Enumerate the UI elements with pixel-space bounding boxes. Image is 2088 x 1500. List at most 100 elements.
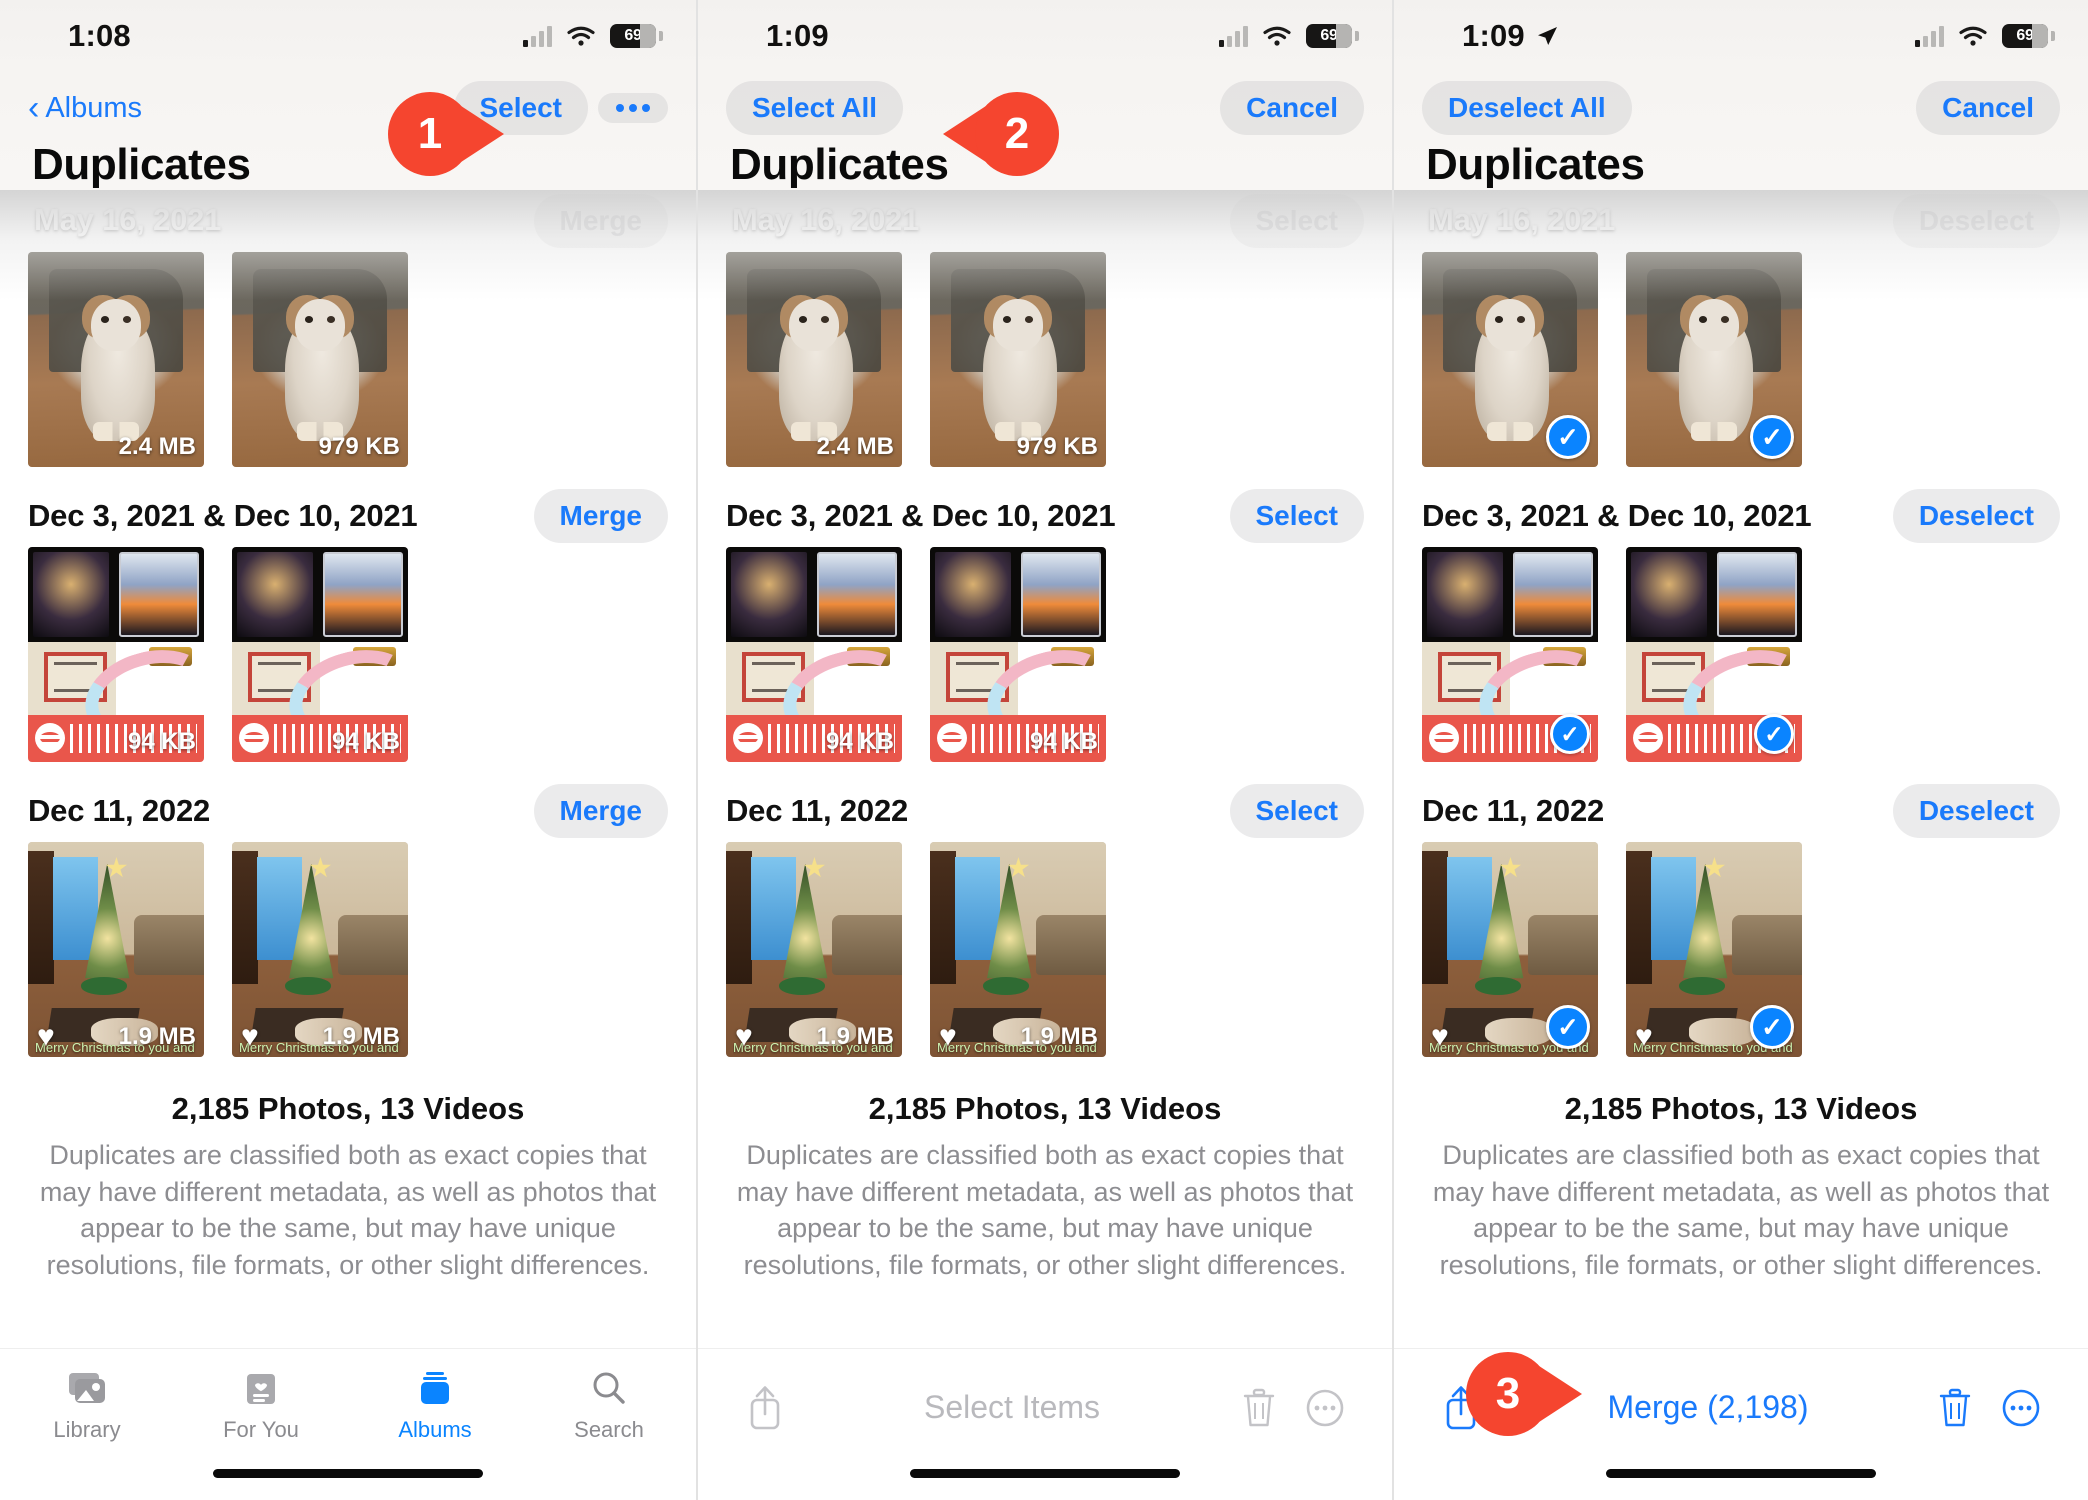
group-deselect-button[interactable]: Deselect bbox=[1892, 784, 2060, 838]
group-deselect-button[interactable]: Deselect bbox=[1892, 489, 2060, 543]
wifi-icon bbox=[1263, 26, 1291, 46]
photo-thumbnail[interactable]: 94 KB bbox=[28, 547, 204, 762]
favorite-heart-icon: ♥ bbox=[735, 1020, 753, 1053]
merge-button[interactable]: Merge (2,198) bbox=[1494, 1389, 1922, 1426]
photo-thumbnail[interactable]: 979 KB bbox=[232, 252, 408, 467]
photo-size: 94 KB bbox=[825, 728, 894, 755]
photo-thumbnail[interactable]: Merry Christmas to you and yours ♥ 1.9 M… bbox=[726, 842, 902, 1057]
photo-size: 1.9 MB bbox=[1020, 1023, 1098, 1050]
group-select-button[interactable]: Select bbox=[1229, 194, 1364, 248]
photo-thumbnail[interactable]: Merry Christmas to you and yours ♥ 1.9 M… bbox=[232, 842, 408, 1057]
tab-search[interactable]: Search bbox=[522, 1369, 696, 1443]
photo-thumbnail[interactable]: ✓ bbox=[1422, 547, 1598, 762]
three-panel-screenshot: 1:08 69 ‹ Albums Select Duplicates May 1… bbox=[0, 0, 2088, 1500]
battery-icon: 69 bbox=[610, 24, 663, 48]
group-date: May 16, 2021 bbox=[732, 202, 920, 237]
photo-size: 1.9 MB bbox=[322, 1023, 400, 1050]
home-indicator bbox=[910, 1469, 1180, 1478]
photo-size: 94 KB bbox=[1029, 728, 1098, 755]
group-merge-button[interactable]: Merge bbox=[533, 489, 668, 543]
summary-description: Duplicates are classified both as exact … bbox=[1432, 1140, 2050, 1281]
panel-2-select-all: 1:09 69 Select All Cancel Duplicates May… bbox=[696, 0, 1392, 1500]
photo-thumbnail[interactable]: ✓ bbox=[1626, 252, 1802, 467]
group-deselect-button[interactable]: Deselect bbox=[1892, 194, 2060, 248]
nav-bar: Deselect All Cancel Duplicates bbox=[1394, 72, 2088, 190]
photo-thumbnail[interactable]: ✓ bbox=[1626, 547, 1802, 762]
search-icon bbox=[586, 1369, 632, 1409]
status-time: 1:09 bbox=[1462, 18, 1559, 54]
tab-for-you[interactable]: For You bbox=[174, 1369, 348, 1443]
cellular-signal-icon bbox=[523, 25, 552, 47]
photo-thumbnail[interactable]: Merry Christmas to you and yours ♥ ✓ bbox=[1626, 842, 1802, 1057]
deselect-all-button[interactable]: Deselect All bbox=[1422, 81, 1632, 135]
favorite-heart-icon: ♥ bbox=[241, 1020, 259, 1053]
photo-thumbnail[interactable]: 2.4 MB bbox=[28, 252, 204, 467]
selected-check-icon[interactable]: ✓ bbox=[1750, 1005, 1794, 1049]
select-all-button[interactable]: Select All bbox=[726, 81, 904, 135]
page-title: Duplicates bbox=[32, 140, 251, 189]
selected-check-icon[interactable]: ✓ bbox=[1754, 714, 1794, 754]
summary-description: Duplicates are classified both as exact … bbox=[39, 1140, 657, 1281]
tab-albums[interactable]: Albums bbox=[348, 1369, 522, 1443]
selected-check-icon[interactable]: ✓ bbox=[1546, 415, 1590, 459]
photo-thumbnail[interactable]: 94 KB bbox=[232, 547, 408, 762]
status-bar: 1:09 69 bbox=[1394, 0, 2088, 72]
back-to-albums-button[interactable]: ‹ Albums bbox=[28, 91, 142, 125]
group-select-button[interactable]: Select bbox=[1229, 489, 1364, 543]
nav-bar: ‹ Albums Select Duplicates bbox=[0, 72, 696, 190]
chevron-left-icon: ‹ bbox=[28, 89, 40, 127]
photo-thumbnail[interactable]: 2.4 MB bbox=[726, 252, 902, 467]
group-select-button[interactable]: Select bbox=[1229, 784, 1364, 838]
summary-count: 2,185 Photos, 13 Videos bbox=[868, 1091, 1222, 1126]
albums-icon bbox=[412, 1369, 458, 1409]
photo-thumbnail[interactable]: 94 KB bbox=[726, 547, 902, 762]
ellipsis-icon[interactable] bbox=[598, 93, 668, 123]
group-merge-button[interactable]: Merge bbox=[533, 784, 668, 838]
group-date: Dec 11, 2022 bbox=[28, 793, 211, 828]
panel-1-browse: 1:08 69 ‹ Albums Select Duplicates May 1… bbox=[0, 0, 696, 1500]
group-merge-button[interactable]: Merge bbox=[533, 194, 668, 248]
more-circle-icon[interactable] bbox=[1292, 1375, 1358, 1441]
duplicates-list[interactable]: May 16, 2021 Merge 2.4 MB 979 KB Dec 3, … bbox=[0, 190, 696, 1500]
duplicates-list[interactable]: May 16, 2021 Select 2.4 MB 979 KB Dec 3,… bbox=[698, 190, 1392, 1500]
selected-check-icon[interactable]: ✓ bbox=[1550, 714, 1590, 754]
duplicate-group: May 16, 2021 Deselect ✓ ✓ bbox=[1394, 190, 2088, 485]
status-bar: 1:09 69 bbox=[698, 0, 1392, 72]
group-date: Dec 3, 2021 & Dec 10, 2021 bbox=[28, 498, 418, 533]
nav-bar: Select All Cancel Duplicates bbox=[698, 72, 1392, 190]
status-indicators: 69 bbox=[1915, 24, 2055, 48]
more-circle-icon[interactable] bbox=[1988, 1375, 2054, 1441]
photo-size: 979 KB bbox=[318, 433, 400, 460]
tab-library[interactable]: Library bbox=[0, 1369, 174, 1443]
trash-icon[interactable] bbox=[1922, 1375, 1988, 1441]
photo-size: 979 KB bbox=[1016, 433, 1098, 460]
photo-thumbnail[interactable]: 94 KB bbox=[930, 547, 1106, 762]
selected-check-icon[interactable]: ✓ bbox=[1750, 415, 1794, 459]
battery-icon: 69 bbox=[2002, 24, 2055, 48]
photo-thumbnail[interactable]: ✓ bbox=[1422, 252, 1598, 467]
trash-icon[interactable] bbox=[1226, 1375, 1292, 1441]
photo-size: 1.9 MB bbox=[118, 1023, 196, 1050]
selected-check-icon[interactable]: ✓ bbox=[1546, 1005, 1590, 1049]
photo-thumbnail[interactable]: Merry Christmas to you and yours ♥ ✓ bbox=[1422, 842, 1598, 1057]
cancel-button[interactable]: Cancel bbox=[1916, 81, 2060, 135]
group-date: Dec 3, 2021 & Dec 10, 2021 bbox=[1422, 498, 1812, 533]
location-arrow-icon bbox=[1537, 27, 1557, 45]
status-time: 1:08 bbox=[68, 18, 131, 53]
share-icon[interactable] bbox=[732, 1375, 798, 1441]
group-date: May 16, 2021 bbox=[1428, 202, 1616, 237]
tab-label: For You bbox=[223, 1417, 299, 1442]
duplicates-list[interactable]: May 16, 2021 Deselect ✓ ✓ Dec 3, 2021 & … bbox=[1394, 190, 2088, 1500]
share-icon[interactable] bbox=[1428, 1375, 1494, 1441]
select-button[interactable]: Select bbox=[453, 81, 588, 135]
photo-thumbnail[interactable]: Merry Christmas to you and yours ♥ 1.9 M… bbox=[28, 842, 204, 1057]
cancel-button[interactable]: Cancel bbox=[1220, 81, 1364, 135]
home-indicator bbox=[1606, 1469, 1876, 1478]
photo-size: 1.9 MB bbox=[816, 1023, 894, 1050]
page-title: Duplicates bbox=[730, 140, 949, 189]
group-date: Dec 3, 2021 & Dec 10, 2021 bbox=[726, 498, 1116, 533]
group-date: Dec 11, 2022 bbox=[726, 793, 909, 828]
photo-thumbnail[interactable]: Merry Christmas to you and yours ♥ 1.9 M… bbox=[930, 842, 1106, 1057]
wifi-icon bbox=[567, 26, 595, 46]
photo-thumbnail[interactable]: 979 KB bbox=[930, 252, 1106, 467]
